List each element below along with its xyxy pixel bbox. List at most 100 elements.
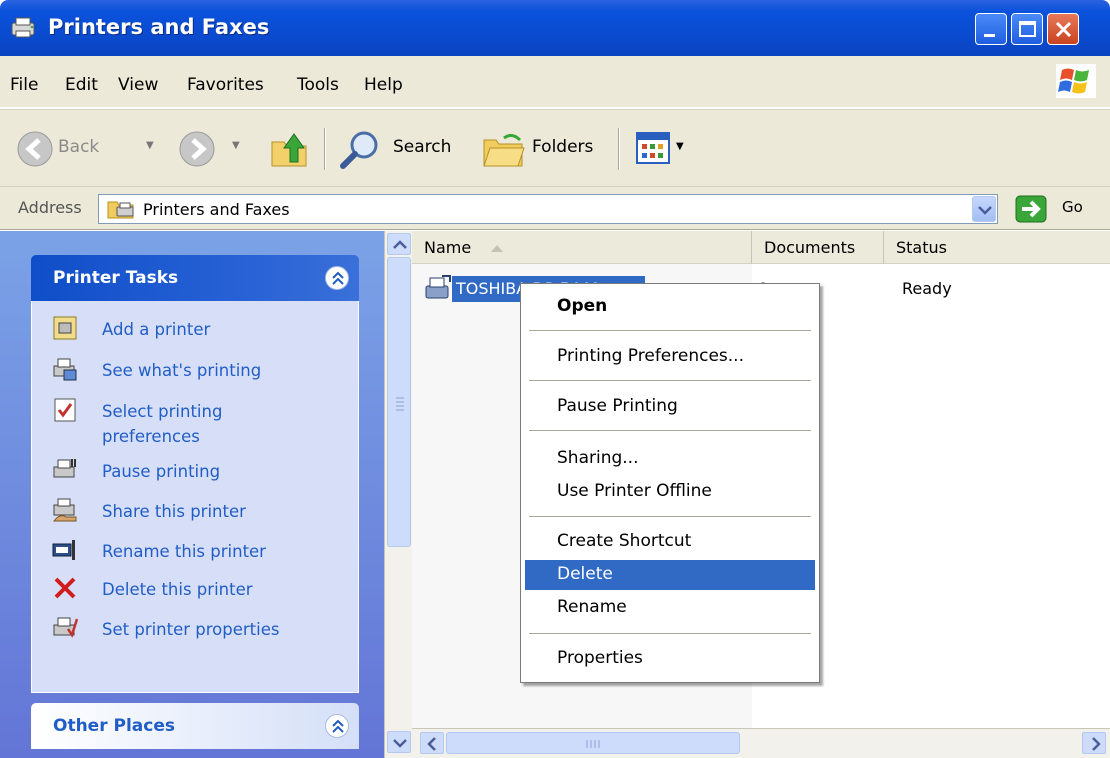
printer-status: Ready — [902, 279, 952, 298]
menu-use-offline[interactable]: Use Printer Offline — [525, 477, 815, 507]
toolbar: Back ▼ ▼ Search Folders ▼ — [0, 109, 1110, 186]
grip-icon — [586, 740, 600, 748]
search-icon[interactable] — [338, 128, 382, 172]
horizontal-scrollbar[interactable] — [412, 728, 1110, 758]
rename-printer-icon — [52, 540, 75, 560]
back-button[interactable]: Back — [58, 137, 99, 157]
print-queue-icon — [53, 358, 77, 381]
menu-separator — [529, 516, 811, 517]
forward-dropdown-icon[interactable]: ▼ — [232, 140, 240, 151]
vertical-scrollbar[interactable] — [384, 231, 412, 758]
task-label: Set printer properties — [102, 620, 280, 639]
task-label: Add a printer — [102, 320, 211, 339]
column-name-label: Name — [424, 238, 472, 257]
printer-tasks-panel: Printer Tasks Add a printer See what's p… — [31, 255, 359, 693]
minimize-button[interactable] — [975, 13, 1007, 45]
context-menu: Open Printing Preferences... Pause Print… — [520, 283, 820, 683]
printers-folder-icon — [11, 17, 35, 38]
menu-bar: File Edit View Favorites Tools Help — [0, 56, 1110, 108]
address-value: Printers and Faxes — [143, 200, 290, 219]
close-icon — [1055, 21, 1072, 38]
menu-separator — [529, 380, 811, 381]
windows-logo-icon — [1056, 64, 1096, 98]
menu-file[interactable]: File — [10, 75, 38, 95]
maximize-icon — [1019, 21, 1036, 37]
menu-properties[interactable]: Properties — [525, 644, 815, 674]
printers-folder-icon — [107, 201, 134, 219]
up-folder-icon[interactable] — [268, 128, 310, 170]
chevron-up-icon — [332, 719, 344, 733]
back-arrow-icon[interactable] — [16, 130, 54, 168]
column-header-name[interactable]: Name — [412, 231, 752, 264]
grip-icon — [396, 397, 404, 411]
chevron-left-icon — [427, 737, 436, 751]
menu-help[interactable]: Help — [364, 75, 403, 95]
horizontal-scroll-thumb[interactable] — [446, 732, 740, 754]
menu-printing-preferences[interactable]: Printing Preferences... — [525, 342, 815, 372]
menu-separator — [529, 633, 811, 634]
go-arrow-icon[interactable] — [1015, 195, 1047, 223]
menu-delete[interactable]: Delete — [525, 560, 815, 590]
task-label: Share this printer — [102, 502, 246, 521]
task-pane: Printer Tasks Add a printer See what's p… — [0, 231, 384, 758]
address-label: Address — [18, 198, 82, 217]
close-button[interactable] — [1047, 13, 1079, 45]
scroll-right-button[interactable] — [1082, 732, 1106, 754]
scroll-down-button[interactable] — [387, 731, 411, 753]
preferences-icon — [54, 398, 76, 422]
go-button[interactable]: Go — [1062, 198, 1083, 216]
views-dropdown-icon[interactable]: ▼ — [676, 141, 684, 152]
menu-view[interactable]: View — [118, 75, 158, 95]
window-title: Printers and Faxes — [48, 15, 270, 39]
menu-pause-printing[interactable]: Pause Printing — [525, 392, 815, 422]
toolbar-separator — [618, 128, 620, 170]
column-documents-label: Documents — [764, 238, 856, 257]
menu-tools[interactable]: Tools — [297, 75, 339, 95]
scroll-left-button[interactable] — [420, 732, 444, 754]
printer-tasks-header[interactable]: Printer Tasks — [31, 255, 359, 301]
task-label-line2: preferences — [102, 427, 200, 446]
pause-printer-icon — [53, 459, 76, 478]
maximize-button[interactable] — [1011, 13, 1043, 45]
column-header-status[interactable]: Status — [884, 231, 1110, 264]
menu-favorites[interactable]: Favorites — [187, 75, 264, 95]
delete-icon — [54, 577, 76, 599]
views-icon[interactable] — [636, 132, 670, 164]
other-places-title: Other Places — [53, 716, 175, 736]
forward-arrow-icon[interactable] — [178, 130, 216, 168]
scroll-thumb[interactable] — [387, 257, 411, 547]
scroll-up-button[interactable] — [387, 233, 411, 255]
add-printer-icon — [53, 316, 77, 340]
menu-sharing[interactable]: Sharing... — [525, 444, 815, 474]
printer-tasks-body: Add a printer See what's printing Select… — [31, 301, 359, 693]
address-field[interactable]: Printers and Faxes — [98, 194, 998, 224]
column-header-documents[interactable]: Documents — [752, 231, 884, 264]
menu-edit[interactable]: Edit — [65, 75, 98, 95]
other-places-panel: Other Places — [31, 703, 359, 749]
task-label: Rename this printer — [102, 542, 266, 561]
address-dropdown-button[interactable] — [972, 196, 996, 222]
menu-separator — [529, 330, 811, 331]
menu-rename[interactable]: Rename — [525, 593, 815, 623]
task-label: Select printing — [102, 402, 223, 421]
folders-icon[interactable] — [482, 130, 526, 170]
share-printer-icon — [52, 498, 77, 522]
printer-icon[interactable] — [424, 274, 452, 302]
menu-create-shortcut[interactable]: Create Shortcut — [525, 527, 815, 557]
menu-open[interactable]: Open — [525, 292, 815, 322]
task-label: Pause printing — [102, 462, 221, 481]
sort-ascending-icon — [491, 245, 503, 252]
collapse-button[interactable] — [325, 266, 349, 290]
address-bar: Address Printers and Faxes Go — [0, 186, 1110, 230]
back-dropdown-icon[interactable]: ▼ — [146, 140, 154, 151]
chevron-down-icon — [393, 739, 407, 748]
printer-tasks-title: Printer Tasks — [53, 268, 179, 288]
column-status-label: Status — [896, 238, 947, 257]
folders-button[interactable]: Folders — [532, 137, 593, 157]
minimize-icon — [984, 34, 995, 37]
other-places-header[interactable]: Other Places — [31, 703, 359, 749]
toolbar-separator — [324, 128, 326, 170]
search-button[interactable]: Search — [393, 137, 451, 157]
title-bar: Printers and Faxes — [0, 0, 1110, 56]
collapse-button[interactable] — [325, 714, 349, 738]
